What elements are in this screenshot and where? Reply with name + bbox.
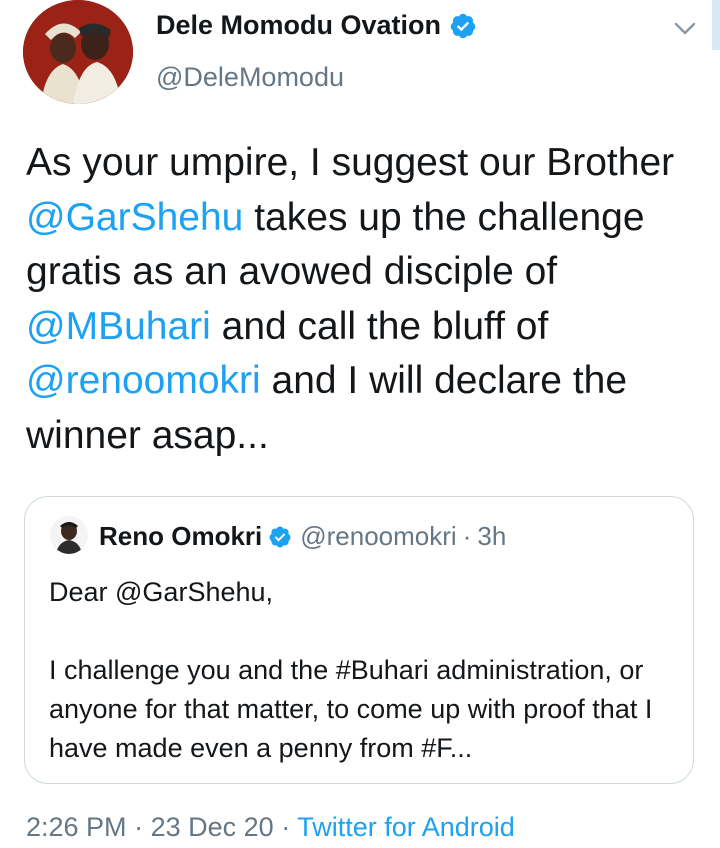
author-name[interactable]: Dele Momodu Ovation: [156, 10, 441, 41]
tweet-text-segment: As your umpire, I suggest our Brother: [26, 141, 675, 184]
quoted-greeting: Dear @GarShehu,: [49, 577, 274, 607]
author-avatar[interactable]: [23, 0, 133, 104]
mention-link[interactable]: @MBuhari: [26, 305, 211, 348]
author-name-row: Dele Momodu Ovation: [156, 10, 477, 41]
quoted-tweet-card[interactable]: Reno Omokri @renoomokri · 3h Dear @GarSh…: [24, 496, 694, 784]
mention-link[interactable]: @renoomokri: [26, 359, 261, 402]
tweet-text: As your umpire, I suggest our Brother @G…: [26, 136, 706, 463]
tweet-container: Dele Momodu Ovation @DeleMomodu As your …: [0, 0, 720, 848]
chevron-down-icon[interactable]: [668, 14, 702, 44]
verified-badge-icon: [269, 526, 291, 547]
tweet-metadata: 2:26 PM · 23 Dec 20 · Twitter for Androi…: [26, 812, 515, 843]
quoted-author-name[interactable]: Reno Omokri: [99, 521, 262, 552]
verified-badge-icon: [450, 13, 476, 38]
avatar-photo: [23, 0, 133, 104]
tweet-source-link[interactable]: Twitter for Android: [297, 812, 515, 842]
mention-link[interactable]: @GarShehu: [26, 196, 243, 239]
quoted-header: Reno Omokri @renoomokri · 3h: [99, 521, 506, 552]
quoted-body: I challenge you and the #Buhari administ…: [49, 655, 653, 763]
quoted-author-avatar[interactable]: [50, 516, 88, 554]
separator-dot: ·: [462, 521, 472, 551]
separator-dot: ·: [281, 812, 291, 842]
tweet-date[interactable]: 23 Dec 20: [151, 812, 274, 842]
quoted-avatar-photo: [50, 516, 88, 554]
tweet-text-segment: and call the bluff of: [210, 304, 549, 348]
scrollbar-edge[interactable]: [712, 0, 720, 50]
quoted-timestamp[interactable]: 3h: [477, 521, 506, 552]
quoted-tweet-text: Dear @GarShehu, I challenge you and the …: [49, 573, 679, 768]
separator-dot: ·: [134, 812, 144, 842]
quoted-author-handle[interactable]: @renoomokri: [300, 521, 456, 552]
author-handle[interactable]: @DeleMomodu: [156, 62, 344, 93]
tweet-time[interactable]: 2:26 PM: [26, 812, 127, 842]
